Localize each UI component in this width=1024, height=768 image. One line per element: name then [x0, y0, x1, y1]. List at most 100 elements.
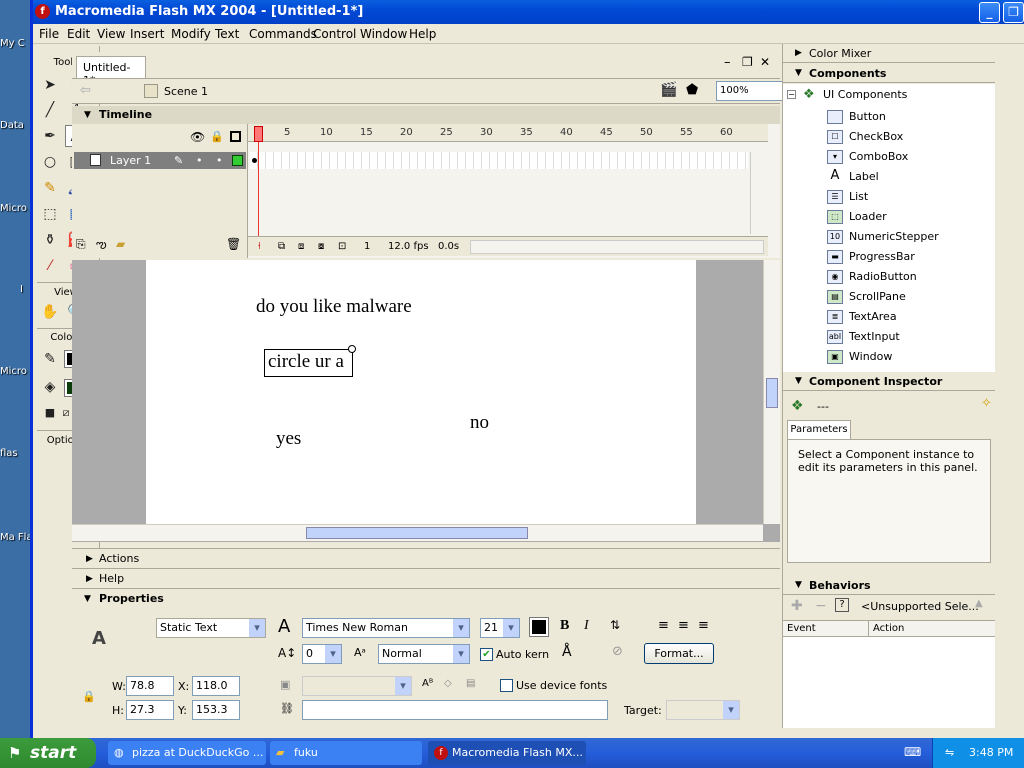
oval-tool-icon[interactable]: ○	[39, 151, 61, 173]
clock[interactable]: 3:48 PM	[969, 746, 1013, 759]
pen-tool-icon[interactable]: ✒	[39, 125, 61, 147]
menu-modify[interactable]: Modify	[171, 27, 211, 41]
actions-panel-header[interactable]: ▶ Actions	[72, 548, 780, 568]
ui-components-label[interactable]: UI Components	[823, 88, 907, 101]
task-browser[interactable]: ◍ pizza at DuckDuckGo ...	[108, 741, 266, 765]
align-center-icon[interactable]: ≡	[678, 618, 689, 633]
insert-layer-icon[interactable]: ⎘	[76, 237, 86, 252]
desktop-icon-label[interactable]: flas	[0, 448, 34, 459]
playhead-handle[interactable]	[254, 126, 263, 142]
minimize-button[interactable]: _	[979, 2, 1000, 23]
edit-symbol-icon[interactable]: ⬟	[686, 82, 698, 98]
start-button[interactable]: ⚑ start	[0, 738, 96, 768]
color-mixer-header[interactable]: ▶ Color Mixer	[783, 44, 995, 63]
scene-name[interactable]: Scene 1	[164, 85, 208, 98]
timeline-hscroll[interactable]	[470, 240, 764, 254]
onion-skin-icon[interactable]: ⧉	[278, 237, 285, 257]
align-justify-icon[interactable]: ≡	[698, 618, 709, 633]
doc-restore-icon[interactable]: ❐	[742, 55, 753, 69]
restore-button[interactable]: ❐	[1003, 2, 1024, 23]
behavior-help-icon[interactable]: ?	[835, 598, 849, 612]
text-direction-icon[interactable]: ⇅	[610, 618, 620, 632]
bold-icon[interactable]: B	[560, 618, 569, 634]
height-field[interactable]: 27.3	[126, 700, 174, 720]
pencil-tool-icon[interactable]: ✎	[39, 177, 61, 199]
component-window[interactable]: Window	[849, 350, 892, 363]
onion-markers-icon[interactable]: ⊡	[338, 237, 346, 257]
text-color-swatch[interactable]	[529, 617, 549, 637]
instance-name-select[interactable]	[302, 676, 412, 696]
link-icon[interactable]: ⊘	[612, 644, 623, 659]
doc-minimize-icon[interactable]: –	[724, 55, 731, 70]
frame-rate[interactable]: 12.0 fps	[388, 237, 429, 257]
component-textinput[interactable]: TextInput	[849, 330, 900, 343]
delete-layer-icon[interactable]: 🗑	[226, 237, 241, 251]
desktop-icon-label[interactable]: Micro Ba	[0, 366, 34, 377]
char-position-select[interactable]: Normal	[378, 644, 470, 664]
stroke-color-icon[interactable]: ✎	[39, 348, 61, 370]
tracking-field[interactable]: 0	[302, 644, 342, 664]
font-size-field[interactable]: 21	[480, 618, 520, 638]
visibility-dot-icon[interactable]: •	[196, 152, 203, 169]
component-textarea[interactable]: TextArea	[849, 310, 897, 323]
html-render-icon[interactable]: ◇	[444, 678, 452, 689]
text-resize-handle[interactable]	[348, 345, 356, 353]
task-folder[interactable]: ▰ fuku	[270, 741, 422, 765]
ink-bottle-tool-icon[interactable]: ⚱	[39, 229, 61, 251]
component-button[interactable]: Button	[849, 110, 886, 123]
component-numericstepper[interactable]: NumericStepper	[849, 230, 939, 243]
add-behavior-icon[interactable]: ✚	[791, 598, 803, 614]
component-scrollpane[interactable]: ScrollPane	[849, 290, 906, 303]
stage-hscroll[interactable]	[72, 524, 763, 541]
keyboard-icon[interactable]: ⌨	[904, 745, 921, 759]
menu-file[interactable]: File	[39, 27, 59, 41]
doc-close-icon[interactable]: ✕	[760, 55, 770, 69]
menu-help[interactable]: Help	[409, 27, 436, 41]
text-type-select[interactable]: Static Text	[156, 618, 266, 638]
lock-icon[interactable]: 🔒	[210, 130, 224, 143]
network-icon[interactable]: ⇋	[945, 738, 954, 768]
component-loader[interactable]: Loader	[849, 210, 887, 223]
stage-text-selected[interactable]: circle ur a	[268, 351, 344, 373]
desktop-icon-label[interactable]: Data	[0, 120, 34, 131]
layer-frames[interactable]	[250, 152, 748, 169]
stage-text[interactable]: no	[470, 412, 489, 434]
width-field[interactable]: 78.8	[126, 676, 174, 696]
component-label[interactable]: Label	[849, 170, 879, 183]
desktop-icon-label[interactable]: Ma Flash	[0, 532, 34, 543]
vscroll-thumb[interactable]	[766, 378, 778, 408]
auto-kern-checkbox[interactable]: ✔	[480, 648, 493, 661]
border-icon[interactable]: ▤	[466, 678, 475, 689]
eye-icon[interactable]: 👁	[190, 130, 205, 144]
desktop-icon-label[interactable]: My C	[0, 38, 34, 49]
target-select[interactable]	[666, 700, 740, 720]
italic-icon[interactable]: I	[584, 618, 589, 634]
stage-text[interactable]: yes	[276, 428, 301, 450]
remove-behavior-icon[interactable]: −	[815, 598, 827, 614]
eyedropper-tool-icon[interactable]: ⁄	[39, 255, 61, 277]
menu-edit[interactable]: Edit	[67, 27, 90, 41]
component-list[interactable]: List	[849, 190, 868, 203]
document-tab[interactable]: Untitled-1*	[76, 56, 146, 87]
free-transform-tool-icon[interactable]: ⬚	[39, 203, 61, 225]
insert-folder-icon[interactable]: ▰	[116, 237, 125, 251]
stage-vscroll[interactable]	[763, 260, 780, 524]
title-bar[interactable]: f Macromedia Flash MX 2004 - [Untitled-1…	[33, 0, 1024, 24]
timeline-vscroll[interactable]	[750, 152, 766, 234]
component-combobox[interactable]: ComboBox	[849, 150, 908, 163]
properties-icon[interactable]: ✧	[981, 396, 992, 411]
edit-multiple-icon[interactable]: ⧇	[318, 237, 324, 257]
outline-color-icon[interactable]	[232, 155, 243, 166]
stage[interactable]: do you like malware circle ur a no yes	[146, 260, 696, 524]
menu-commands[interactable]: Commands	[249, 27, 317, 41]
component-progressbar[interactable]: ProgressBar	[849, 250, 915, 263]
component-checkbox[interactable]: CheckBox	[849, 130, 903, 143]
lock-dot-icon[interactable]: •	[216, 152, 223, 169]
outline-icon[interactable]	[230, 131, 241, 142]
properties-panel-header[interactable]: ▼ Properties	[72, 588, 780, 608]
menu-view[interactable]: View	[97, 27, 125, 41]
desktop-icon-label[interactable]: Micro C	[0, 203, 34, 214]
onion-outline-icon[interactable]: ⧈	[298, 237, 304, 257]
stage-text[interactable]: do you like malware	[256, 296, 412, 318]
tree-collapse-icon[interactable]: −	[787, 90, 796, 99]
